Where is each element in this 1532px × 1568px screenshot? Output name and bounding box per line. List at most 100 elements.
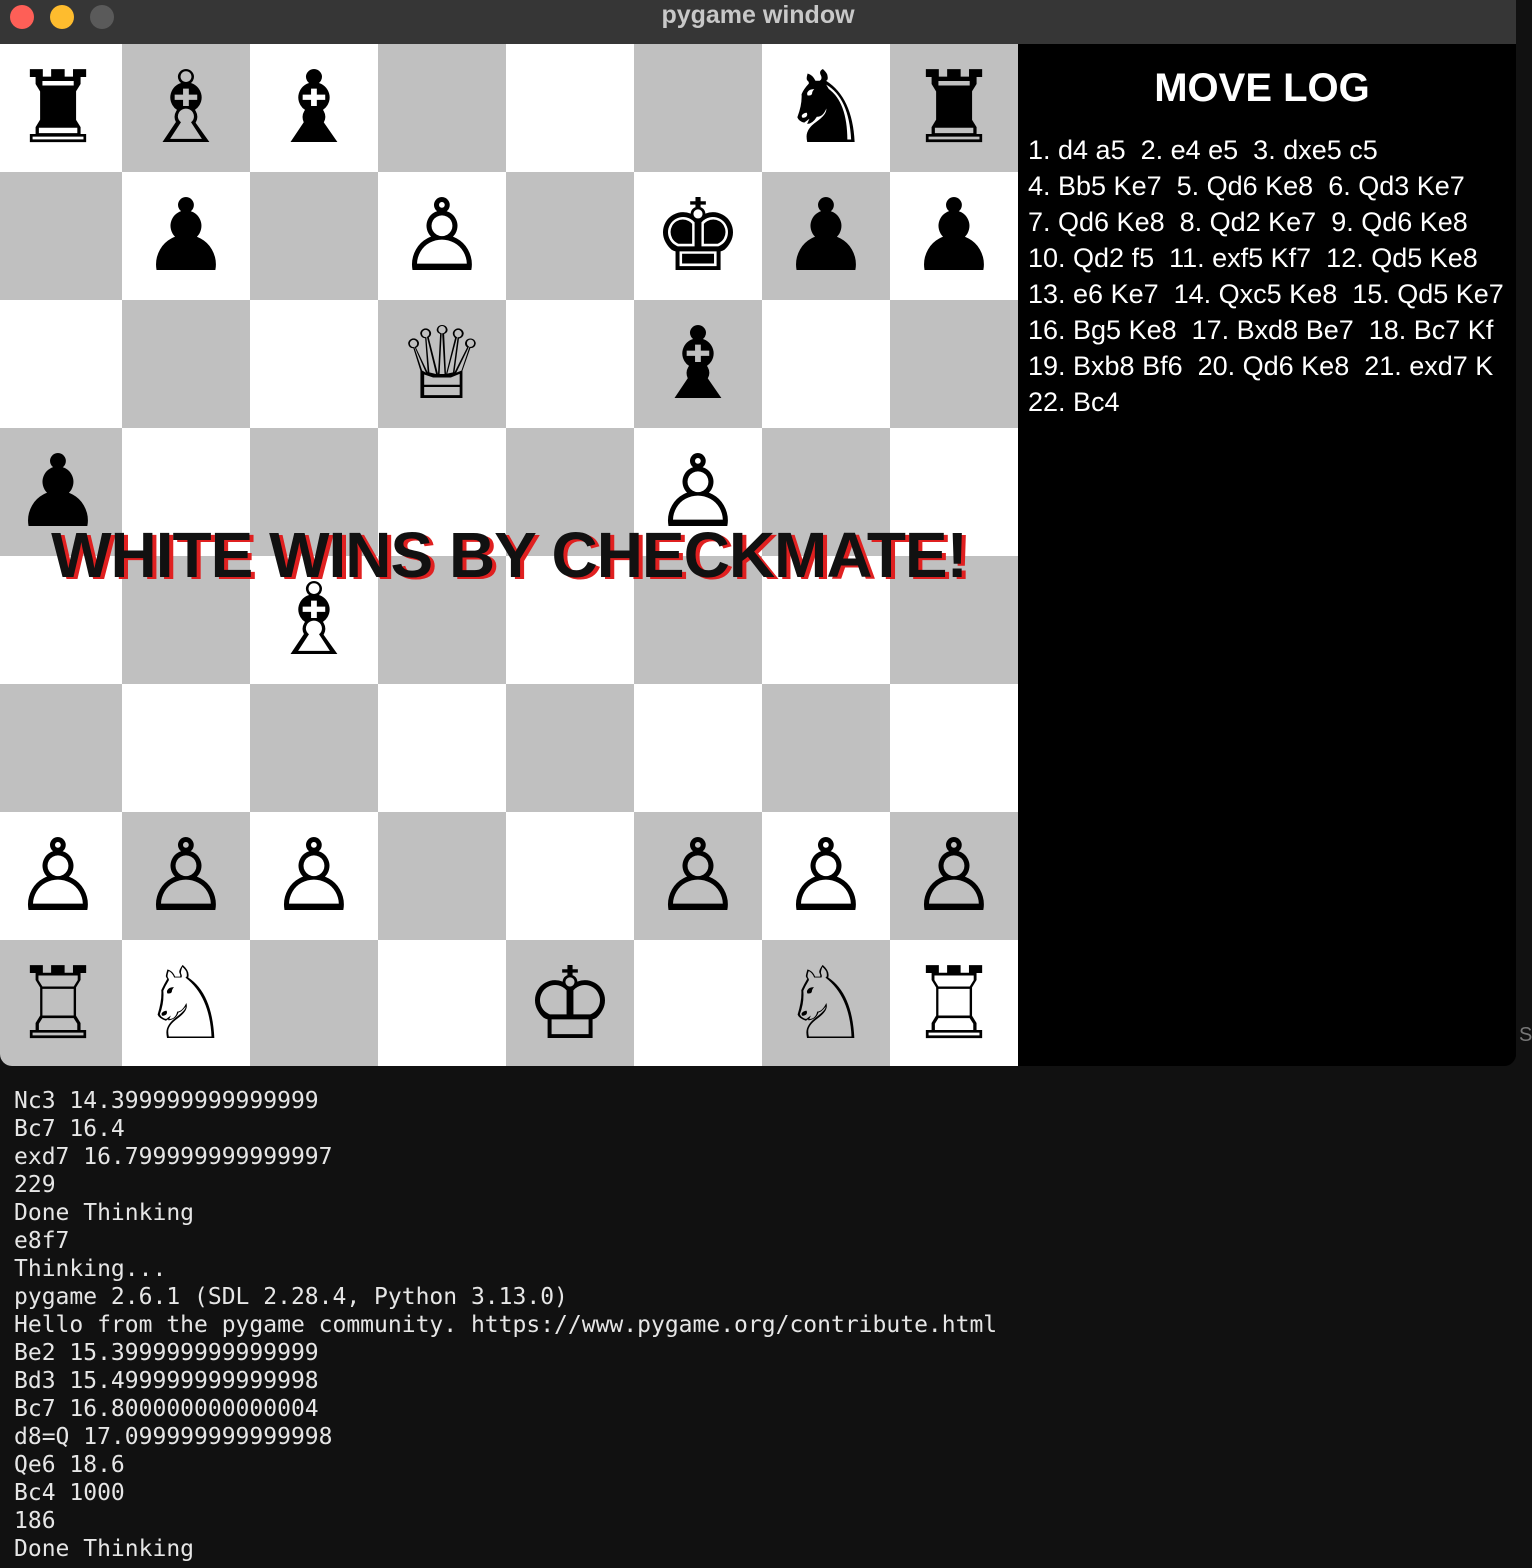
- move-log-line: 4. Bb5 Ke7 5. Qd6 Ke8 6. Qd3 Ke7: [1028, 171, 1465, 201]
- board-square[interactable]: ♘: [122, 940, 250, 1066]
- board-square[interactable]: [634, 44, 762, 172]
- terminal-line: Bd3 15.499999999999998: [14, 1368, 319, 1394]
- chess-piece[interactable]: ♙: [250, 812, 378, 940]
- chess-piece[interactable]: ♘: [762, 940, 890, 1066]
- board-square[interactable]: ♙: [250, 812, 378, 940]
- board-square[interactable]: [506, 172, 634, 300]
- terminal-line: e8f7: [14, 1228, 70, 1254]
- board-square[interactable]: [762, 300, 890, 428]
- board-square[interactable]: ♘: [762, 940, 890, 1066]
- chess-piece[interactable]: ♞: [762, 44, 890, 172]
- board-square[interactable]: [890, 300, 1018, 428]
- move-log-line: 22. Bc4: [1028, 387, 1120, 417]
- window-title: pygame window: [661, 1, 855, 29]
- terminal-line: Bc4 1000: [14, 1480, 125, 1506]
- terminal-output[interactable]: Nc3 14.399999999999999 Bc7 16.4 exd7 16.…: [14, 1087, 1514, 1563]
- board-square[interactable]: [378, 684, 506, 812]
- board-square[interactable]: [122, 300, 250, 428]
- chess-piece[interactable]: ♙: [890, 812, 1018, 940]
- board-square[interactable]: [634, 684, 762, 812]
- side-edge-text: S: [1519, 1024, 1532, 1046]
- chess-piece[interactable]: ♟: [122, 172, 250, 300]
- chess-piece[interactable]: ♕: [378, 300, 506, 428]
- move-log-panel: MOVE LOG 1. d4 a5 2. e4 e5 3. dxe5 c5 4.…: [1018, 44, 1516, 1066]
- move-log-title: MOVE LOG: [1154, 66, 1370, 110]
- board-square[interactable]: ♞: [762, 44, 890, 172]
- move-log-line: 13. e6 Ke7 14. Qxc5 Ke8 15. Qd5 Ke7: [1028, 279, 1504, 309]
- board-square[interactable]: ♜: [890, 44, 1018, 172]
- board-square[interactable]: [250, 300, 378, 428]
- chess-piece[interactable]: ♚: [634, 172, 762, 300]
- board-square[interactable]: [122, 684, 250, 812]
- terminal-line: Nc3 14.399999999999999: [14, 1088, 319, 1114]
- board-square[interactable]: [250, 940, 378, 1066]
- chess-piece[interactable]: ♜: [890, 44, 1018, 172]
- board-square[interactable]: [0, 172, 122, 300]
- board-square[interactable]: [506, 684, 634, 812]
- chess-piece[interactable]: ♜: [0, 44, 122, 172]
- chess-piece[interactable]: ♙: [634, 812, 762, 940]
- board-square[interactable]: ♙: [634, 812, 762, 940]
- board-square[interactable]: [250, 684, 378, 812]
- board-square[interactable]: ♔: [506, 940, 634, 1066]
- terminal-line: Bc7 16.4: [14, 1116, 125, 1142]
- board-square[interactable]: ♙: [0, 812, 122, 940]
- board-square[interactable]: ♗: [122, 44, 250, 172]
- board-square[interactable]: ♝: [250, 44, 378, 172]
- board-square[interactable]: [506, 812, 634, 940]
- board-square[interactable]: [378, 44, 506, 172]
- pygame-window: pygame window ♜ ♗ ♝ ♞ ♜ ♟ ♙ ♚ ♟ ♟ ♕ ♝ ♟ ♙ ♗ ♙ ♙ ♙ ♙ ♙ ♙ ♖ ♘ ♔ ♘ ♖…: [0, 0, 1516, 1066]
- board-square[interactable]: ♙: [122, 812, 250, 940]
- board-square[interactable]: [762, 684, 890, 812]
- terminal-line: 186: [14, 1508, 56, 1534]
- board-square[interactable]: [506, 44, 634, 172]
- board-square[interactable]: ♙: [378, 172, 506, 300]
- terminal-line: Bc7 16.800000000000004: [14, 1396, 319, 1422]
- chess-piece[interactable]: ♖: [890, 940, 1018, 1066]
- board-square[interactable]: ♕: [378, 300, 506, 428]
- terminal-line: Done Thinking: [14, 1536, 195, 1562]
- board-square[interactable]: ♚: [634, 172, 762, 300]
- board-square[interactable]: [378, 940, 506, 1066]
- chess-piece[interactable]: ♙: [378, 172, 506, 300]
- board-square[interactable]: [634, 940, 762, 1066]
- chess-piece[interactable]: ♘: [122, 940, 250, 1066]
- terminal-line: exd7 16.799999999999997: [14, 1144, 333, 1170]
- board-square[interactable]: [250, 172, 378, 300]
- board-square[interactable]: ♖: [0, 940, 122, 1066]
- chess-piece[interactable]: ♝: [250, 44, 378, 172]
- terminal-line: Hello from the pygame community. https:/…: [14, 1312, 998, 1338]
- board-square[interactable]: [0, 300, 122, 428]
- terminal-line: Done Thinking: [14, 1200, 195, 1226]
- board-square[interactable]: ♖: [890, 940, 1018, 1066]
- terminal-line: Be2 15.399999999999999: [14, 1340, 319, 1366]
- move-log-line: 16. Bg5 Ke8 17. Bxd8 Be7 18. Bc7 Kf: [1028, 315, 1494, 345]
- chess-piece[interactable]: ♟: [890, 172, 1018, 300]
- chess-piece[interactable]: ♙: [122, 812, 250, 940]
- board-square[interactable]: ♝: [634, 300, 762, 428]
- move-log-lines: 1. d4 a5 2. e4 e5 3. dxe5 c5 4. Bb5 Ke7 …: [1028, 132, 1516, 420]
- chess-piece[interactable]: ♖: [0, 940, 122, 1066]
- move-log-line: 1. d4 a5 2. e4 e5 3. dxe5 c5: [1028, 135, 1378, 165]
- board-square[interactable]: [378, 812, 506, 940]
- terminal-line: Qe6 18.6: [14, 1452, 125, 1478]
- terminal-line: 229: [14, 1172, 56, 1198]
- chess-piece[interactable]: ♗: [122, 44, 250, 172]
- chess-piece[interactable]: ♝: [634, 300, 762, 428]
- board-square[interactable]: ♟: [762, 172, 890, 300]
- board-square[interactable]: ♙: [890, 812, 1018, 940]
- board-square[interactable]: [890, 684, 1018, 812]
- chess-piece[interactable]: ♔: [506, 940, 634, 1066]
- board-square[interactable]: ♜: [0, 44, 122, 172]
- move-log-line: 10. Qd2 f5 11. exf5 Kf7 12. Qd5 Ke8: [1028, 243, 1478, 273]
- board-square[interactable]: ♙: [762, 812, 890, 940]
- title-bar[interactable]: pygame window: [0, 0, 1516, 45]
- board-square[interactable]: ♟: [890, 172, 1018, 300]
- move-log-line: 7. Qd6 Ke8 8. Qd2 Ke7 9. Qd6 Ke8: [1028, 207, 1468, 237]
- chess-piece[interactable]: ♙: [0, 812, 122, 940]
- board-square[interactable]: ♟: [122, 172, 250, 300]
- board-square[interactable]: [506, 300, 634, 428]
- chess-piece[interactable]: ♟: [762, 172, 890, 300]
- board-square[interactable]: [0, 684, 122, 812]
- chess-piece[interactable]: ♙: [762, 812, 890, 940]
